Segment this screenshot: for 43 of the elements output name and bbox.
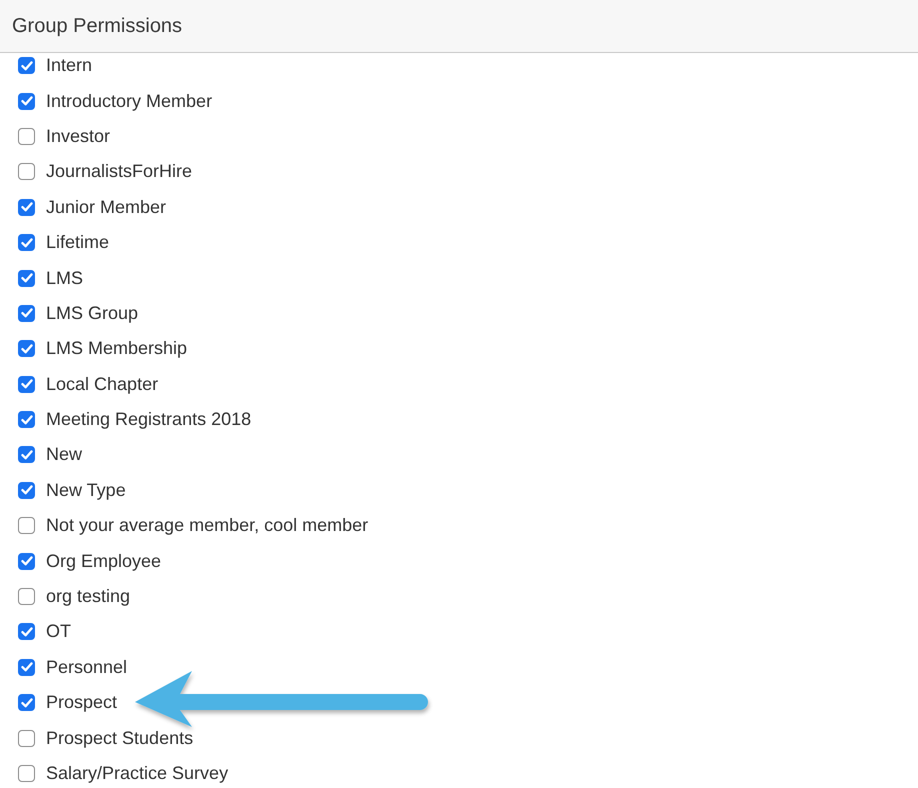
group-label: New Type: [46, 480, 126, 501]
checkbox[interactable]: [18, 340, 35, 358]
checkbox[interactable]: [18, 765, 35, 782]
group-label: Salary/Practice Survey: [46, 763, 228, 784]
group-label: org testing: [46, 586, 130, 608]
group-label: New: [46, 444, 82, 466]
group-label: Introductory Member: [46, 90, 212, 112]
group-label: LMS Group: [46, 302, 138, 324]
checkbox[interactable]: [18, 411, 35, 428]
checkbox[interactable]: [18, 198, 35, 216]
checkbox[interactable]: [18, 658, 35, 676]
checkbox[interactable]: [18, 730, 35, 747]
checkbox[interactable]: [18, 376, 35, 393]
group-label: Meeting Registrants 2018: [46, 409, 252, 430]
group-label: OT: [46, 621, 71, 642]
checkbox[interactable]: [18, 694, 35, 712]
group-label: Prospect: [46, 692, 118, 714]
checkbox[interactable]: [18, 552, 35, 570]
checkbox[interactable]: [18, 270, 35, 287]
group-label: LMS: [46, 268, 84, 289]
checkbox[interactable]: [18, 57, 35, 74]
checkbox[interactable]: [18, 517, 35, 534]
checkbox[interactable]: [18, 623, 35, 640]
checkbox[interactable]: [18, 234, 35, 252]
group-label: Investor: [46, 126, 110, 147]
group-label: LMS Membership: [46, 338, 188, 360]
group-label: Local Chapter: [46, 374, 158, 395]
checkbox[interactable]: [18, 446, 35, 464]
group-label: Junior Member: [46, 196, 166, 218]
group-label: JournalistsForHire: [46, 161, 192, 182]
checkbox[interactable]: [18, 482, 35, 499]
checkbox[interactable]: [18, 588, 35, 606]
group-label: Not your average member, cool member: [46, 515, 368, 536]
checkbox[interactable]: [18, 92, 35, 110]
group-label: Prospect Students: [46, 728, 194, 749]
group-label: Lifetime: [46, 232, 110, 254]
group-label: Personnel: [46, 656, 128, 678]
panel-title: Group Permissions: [12, 14, 182, 38]
checkbox[interactable]: [18, 304, 35, 322]
checkbox[interactable]: [18, 128, 35, 145]
group-label: Org Employee: [46, 550, 162, 572]
group-label: Intern: [46, 55, 92, 76]
checkbox[interactable]: [18, 163, 35, 180]
